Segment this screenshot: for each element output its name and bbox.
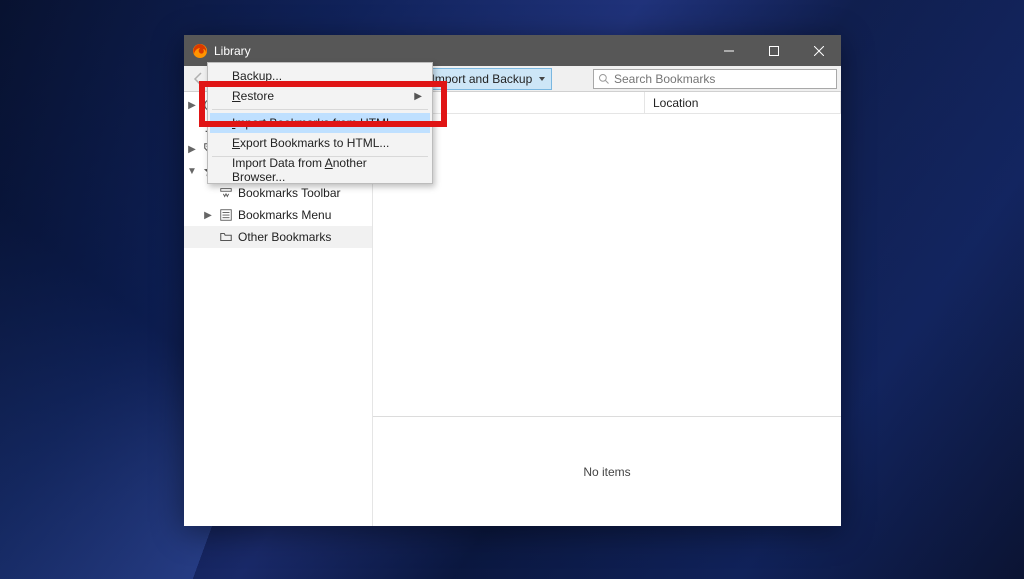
search-box[interactable]: [593, 69, 837, 89]
chevron-right-icon: ▶: [186, 100, 198, 111]
sidebar-item-label: Other Bookmarks: [238, 230, 331, 244]
search-icon: [598, 73, 610, 85]
menu-separator: [212, 109, 428, 110]
menu-item-export-html[interactable]: Export Bookmarks to HTML...: [210, 133, 430, 153]
window-title: Library: [214, 44, 251, 58]
chevron-right-icon: ▶: [202, 210, 214, 221]
menu-item-backup[interactable]: Backup...: [210, 66, 430, 86]
bookmarks-toolbar-icon: [218, 185, 234, 201]
folder-icon: [218, 229, 234, 245]
chevron-down-icon: ▼: [186, 166, 198, 177]
maximize-button[interactable]: [751, 35, 796, 66]
details-pane: No items: [373, 416, 841, 526]
sidebar-item-other-bookmarks[interactable]: Other Bookmarks: [184, 226, 372, 248]
import-backup-menu: Backup... Restore▶ Import Bookmarks from…: [207, 62, 433, 184]
submenu-arrow-icon: ▶: [414, 91, 422, 102]
close-button[interactable]: [796, 35, 841, 66]
empty-label: No items: [583, 465, 630, 479]
bookmarks-menu-icon: [218, 207, 234, 223]
menu-item-import-html[interactable]: Import Bookmarks from HTML...: [210, 113, 430, 133]
sidebar-item-label: Bookmarks Menu: [238, 208, 331, 222]
sidebar-item-label: Bookmarks Toolbar: [238, 186, 341, 200]
import-backup-label: Import and Backup: [432, 72, 533, 86]
main-panel: N Location No items: [373, 92, 841, 526]
sidebar-item-bookmarks-toolbar[interactable]: Bookmarks Toolbar: [184, 182, 372, 204]
chevron-right-icon: ▶: [186, 144, 198, 155]
sidebar-item-bookmarks-menu[interactable]: ▶ Bookmarks Menu: [184, 204, 372, 226]
column-header-location[interactable]: Location: [645, 92, 841, 113]
search-input[interactable]: [614, 72, 832, 86]
menu-item-restore[interactable]: Restore▶: [210, 86, 430, 106]
column-headers: N Location: [373, 92, 841, 114]
menu-item-import-browser[interactable]: Import Data from Another Browser...: [210, 160, 430, 180]
firefox-icon: [192, 43, 208, 59]
bookmark-list[interactable]: [373, 114, 841, 416]
minimize-button[interactable]: [706, 35, 751, 66]
